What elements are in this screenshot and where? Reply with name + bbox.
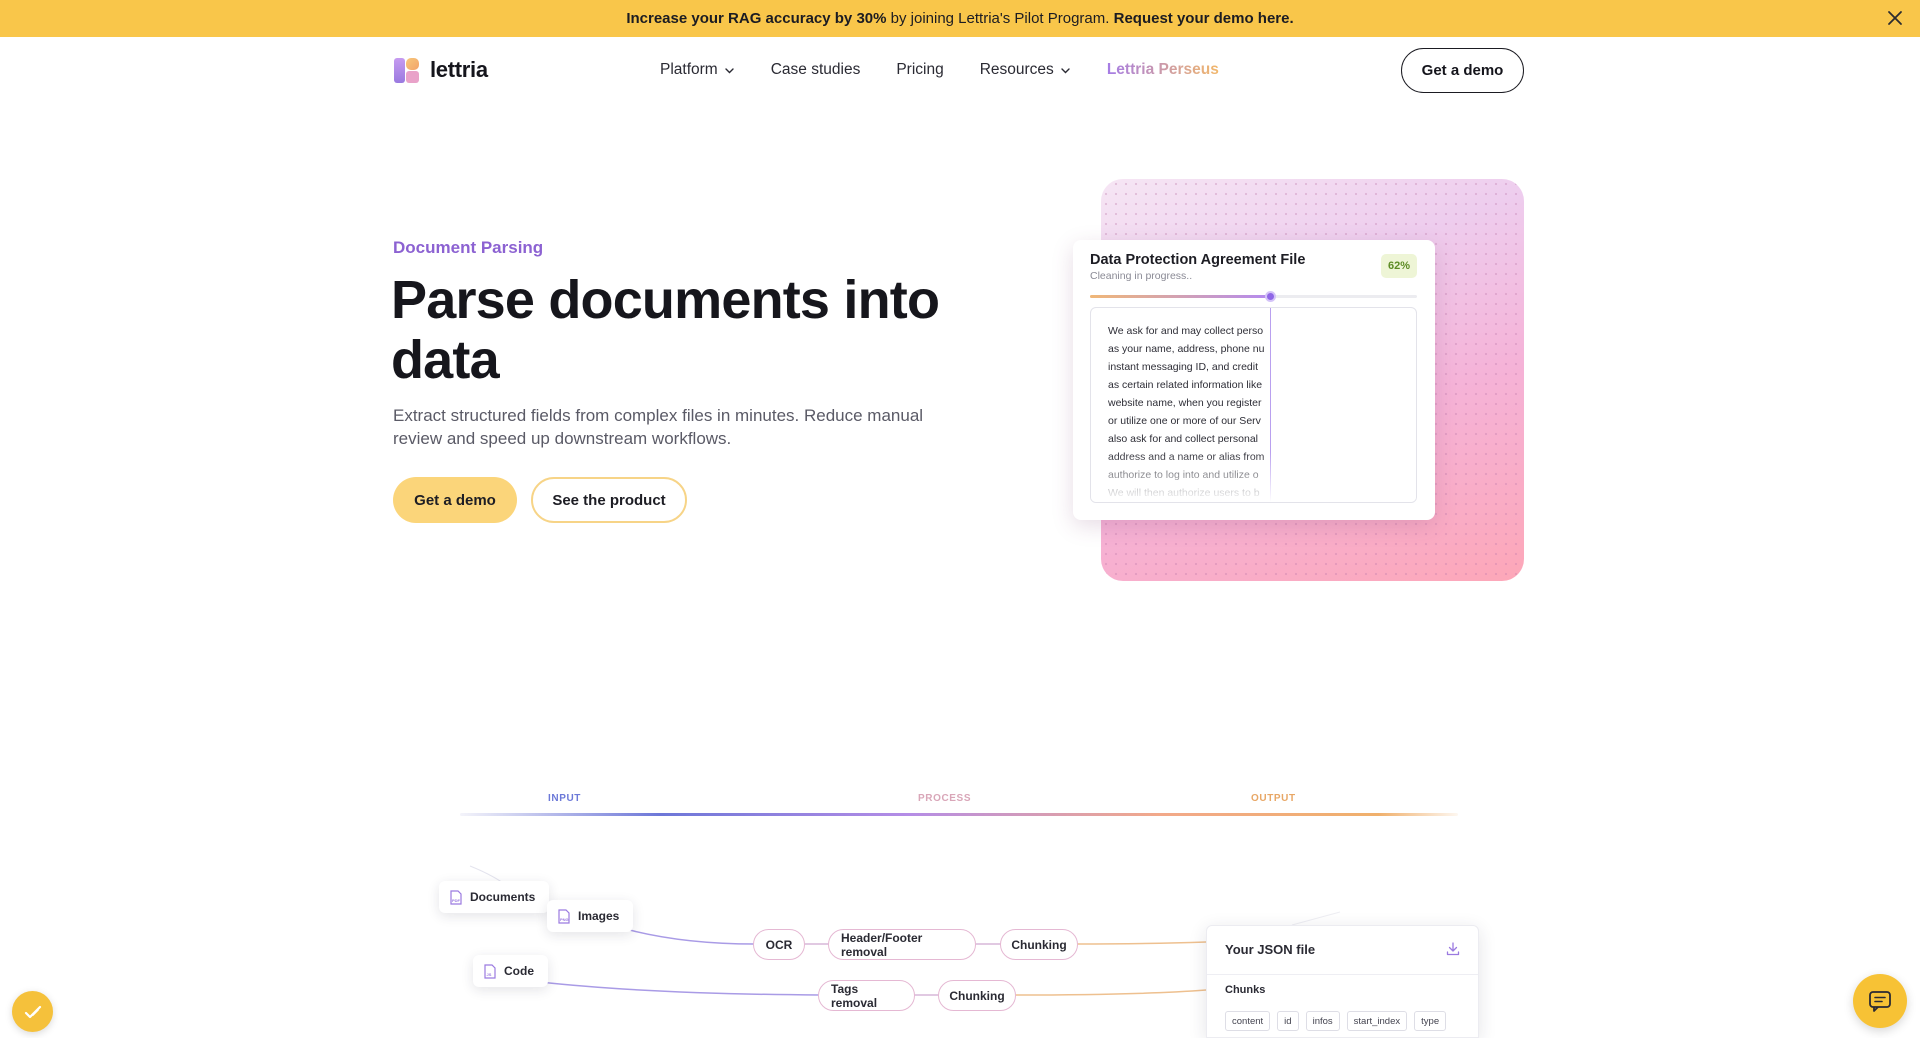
announcement-cta-link[interactable]: Request your demo here.	[1114, 10, 1294, 27]
document-text-line: website name, when you register	[1108, 397, 1262, 409]
json-field-chip: type	[1414, 1011, 1447, 1031]
nav-item-platform[interactable]: Platform	[660, 61, 735, 79]
document-text-line: instant messaging ID, and credit	[1108, 361, 1258, 373]
process-tags-removal[interactable]: Tags removal	[818, 980, 915, 1011]
json-output-title: Your JSON file	[1225, 942, 1316, 957]
progress-bar	[1090, 291, 1417, 302]
nav-item-case-studies[interactable]: Case studies	[771, 61, 861, 79]
source-documents-label: Documents	[470, 890, 536, 904]
document-text-area: We ask for and may collect perso as your …	[1090, 307, 1417, 503]
source-code-label: Code	[504, 964, 534, 978]
nav-item-resources[interactable]: Resources	[980, 61, 1071, 79]
document-preview-card: Data Protection Agreement File Cleaning …	[1073, 240, 1435, 520]
stage-label-output: OUTPUT	[1251, 793, 1296, 804]
progress-badge: 62%	[1381, 254, 1417, 278]
connector-line	[1291, 911, 1341, 926]
nav-item-pricing-label: Pricing	[896, 61, 944, 78]
hero-see-product-button[interactable]: See the product	[531, 477, 687, 523]
nav-get-demo-button[interactable]: Get a demo	[1401, 48, 1524, 93]
main-menu: Platform Case studies Pricing Resources …	[660, 37, 1219, 103]
json-field-list: content id infos start_index type	[1225, 1011, 1447, 1031]
flow-connectors	[469, 865, 1341, 996]
connector-line	[1014, 989, 1207, 996]
source-images[interactable]: PNG Images	[547, 900, 634, 932]
hero-eyebrow: Document Parsing	[393, 238, 544, 257]
process-ocr[interactable]: OCR	[753, 929, 805, 960]
document-text-line: also ask for and collect personal	[1108, 433, 1258, 445]
announcement-highlight: Increase your RAG accuracy by 30%	[626, 10, 887, 27]
cookie-consent-button[interactable]	[12, 991, 53, 1032]
logo-text: lettria	[430, 57, 488, 82]
connector-line	[539, 981, 821, 996]
process-chunking[interactable]: Chunking	[1000, 929, 1078, 960]
chat-icon	[1869, 991, 1891, 1012]
json-section-title: Chunks	[1225, 984, 1266, 996]
json-field-chip: start_index	[1346, 1011, 1408, 1031]
code-file-icon: JS	[484, 963, 496, 979]
chat-launcher-button[interactable]	[1853, 974, 1907, 1028]
chevron-down-icon	[1061, 67, 1070, 73]
nav-item-lettria-perseus-label: Lettria Perseus	[1106, 61, 1219, 78]
hero-get-demo-button[interactable]: Get a demo	[393, 477, 517, 523]
checkmark-icon	[24, 1005, 41, 1018]
logo-mark-icon	[394, 58, 419, 83]
progress-bar-fill	[1090, 295, 1270, 298]
source-images-label: Images	[578, 909, 620, 923]
json-field-chip: infos	[1305, 1011, 1340, 1031]
process-header-footer-removal[interactable]: Header/Footer removal	[828, 929, 976, 960]
process-chunking-2[interactable]: Chunking	[938, 980, 1016, 1011]
stage-progress-rule	[460, 813, 1458, 816]
logo[interactable]: lettria	[393, 56, 488, 84]
source-code[interactable]: JS Code	[473, 955, 548, 987]
announcement-middle: by joining Lettria's Pilot Program.	[890, 10, 1110, 27]
text-fade	[1091, 452, 1416, 502]
document-icon: PDF	[450, 889, 462, 905]
document-text-line: or utilize one or more of our Serv	[1108, 415, 1261, 427]
source-documents[interactable]: PDF Documents	[439, 881, 550, 913]
svg-text:PDF: PDF	[452, 898, 461, 903]
json-field-chip: id	[1277, 1011, 1299, 1031]
image-file-icon: PNG	[558, 908, 570, 924]
download-icon[interactable]	[1446, 942, 1460, 956]
document-status: Cleaning in progress..	[1090, 270, 1193, 282]
json-field-chip: content	[1225, 1011, 1271, 1031]
svg-text:JS: JS	[487, 972, 492, 977]
close-icon[interactable]	[1884, 7, 1906, 29]
nav-item-resources-label: Resources	[979, 61, 1054, 78]
announcement-bar: Increase your RAG accuracy by 30% by joi…	[0, 0, 1920, 37]
progress-knob	[1264, 291, 1276, 302]
stage-label-process: PROCESS	[918, 793, 972, 804]
svg-text:PNG: PNG	[560, 917, 569, 922]
connector-line	[1076, 941, 1207, 945]
document-title: Data Protection Agreement File	[1090, 252, 1306, 268]
stage-label-input: INPUT	[548, 793, 581, 804]
connector-line	[621, 927, 756, 945]
top-navigation: lettria Platform Case studies Pricing Re…	[0, 37, 1920, 103]
hero-title: Parse documents into data	[391, 270, 940, 390]
nav-item-case-studies-label: Case studies	[770, 61, 861, 78]
chevron-down-icon	[725, 67, 734, 73]
document-text-line: We ask for and may collect perso	[1108, 325, 1264, 337]
nav-item-platform-label: Platform	[660, 61, 718, 78]
hero-subtitle: Extract structured fields from complex f…	[393, 406, 924, 448]
json-output-card: Your JSON file Chunks content id infos s…	[1206, 925, 1479, 1038]
json-divider	[1207, 974, 1478, 975]
document-text-line: as your name, address, phone nu	[1108, 343, 1265, 355]
nav-item-lettria-perseus[interactable]: Lettria Perseus	[1107, 61, 1219, 79]
document-text-line: as certain related information like	[1108, 379, 1263, 391]
announcement-text: Increase your RAG accuracy by 30% by joi…	[626, 10, 1293, 27]
nav-item-pricing[interactable]: Pricing	[896, 61, 943, 79]
